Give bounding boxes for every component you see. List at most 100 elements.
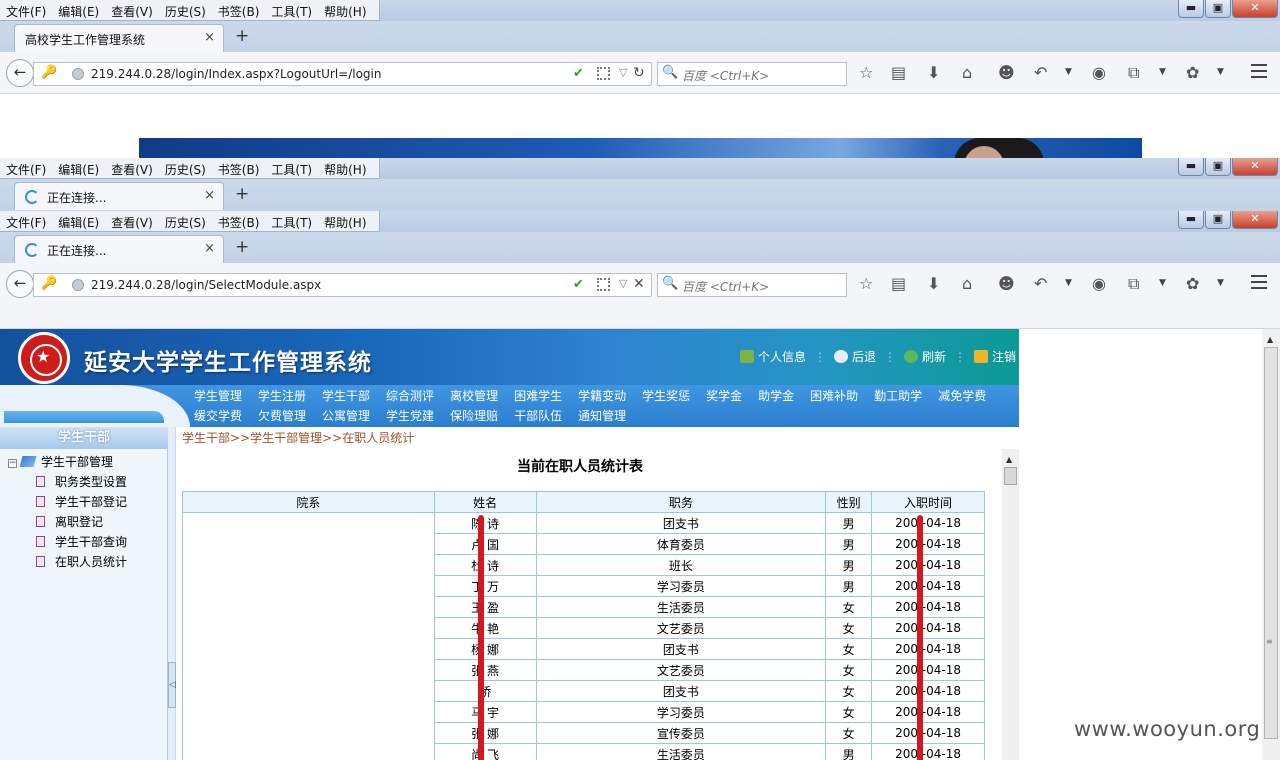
minimize-button[interactable]: ▬ bbox=[1178, 0, 1204, 18]
chat-icon[interactable]: ☻ bbox=[998, 63, 1015, 82]
shield-icon[interactable]: ✔ bbox=[573, 277, 584, 292]
tab-close-icon[interactable]: × bbox=[204, 241, 215, 256]
menu-help[interactable]: 帮助(H) bbox=[318, 158, 372, 178]
close-window-button[interactable]: ✕ bbox=[1232, 0, 1278, 18]
page-scrollbar[interactable]: ▲ ≡ bbox=[1262, 329, 1280, 760]
sidebar-splitter[interactable]: ◁ bbox=[168, 427, 176, 760]
nav-item[interactable]: 保险理赔 bbox=[450, 406, 498, 426]
tree-root[interactable]: − 学生干部管理 bbox=[8, 452, 127, 472]
reload-icon[interactable]: ↻ bbox=[633, 65, 645, 81]
minimize-button[interactable]: ▬ bbox=[1178, 158, 1204, 176]
menu-help[interactable]: 帮助(H) bbox=[318, 211, 372, 231]
menu-bookmarks[interactable]: 书签(B) bbox=[212, 0, 266, 20]
nav-item[interactable]: 欠费管理 bbox=[258, 406, 306, 426]
nav-item[interactable]: 学生党建 bbox=[386, 406, 434, 426]
refresh-link[interactable]: 刷新 bbox=[904, 348, 946, 365]
identity-icon[interactable]: 🔑 bbox=[41, 276, 57, 291]
menu-file[interactable]: 文件(F) bbox=[0, 158, 52, 178]
nav-item[interactable]: 困难学生 bbox=[514, 386, 562, 406]
nav-item[interactable]: 困难补助 bbox=[810, 386, 858, 406]
sidebar-item-staff-stats[interactable]: 在职人员统计 bbox=[8, 552, 127, 572]
browser-tab[interactable]: 正在连接... × bbox=[14, 235, 224, 263]
menu-tools[interactable]: 工具(T) bbox=[265, 158, 318, 178]
collapse-sidebar-handle[interactable]: ◁ bbox=[168, 662, 176, 708]
sidebar-item-position-types[interactable]: 职务类型设置 bbox=[8, 472, 127, 492]
scroll-up-icon[interactable]: ▲ bbox=[1006, 455, 1012, 464]
home-icon[interactable]: ⌂ bbox=[962, 274, 972, 293]
shield-icon[interactable]: ✔ bbox=[573, 66, 584, 81]
stop-icon[interactable]: ✕ bbox=[633, 276, 645, 292]
extension-icon[interactable]: ✿ bbox=[1186, 63, 1199, 82]
comment-icon[interactable]: ◉ bbox=[1092, 274, 1106, 293]
nav-item[interactable]: 学生注册 bbox=[258, 386, 306, 406]
nav-item[interactable]: 学生管理 bbox=[194, 386, 242, 406]
menu-edit[interactable]: 编辑(E) bbox=[52, 0, 105, 20]
scroll-thumb[interactable] bbox=[1004, 467, 1017, 485]
collapse-icon[interactable]: − bbox=[8, 459, 17, 468]
nav-item[interactable]: 学生干部 bbox=[322, 386, 370, 406]
menu-tools[interactable]: 工具(T) bbox=[265, 211, 318, 231]
search-box[interactable]: 🔍 百度 <Ctrl+K> bbox=[657, 273, 847, 297]
nav-item[interactable]: 勤工助学 bbox=[874, 386, 922, 406]
maximize-button[interactable]: ▣ bbox=[1205, 211, 1231, 229]
menu-help[interactable]: 帮助(H) bbox=[318, 0, 372, 20]
crop-icon[interactable]: ⧉ bbox=[1128, 63, 1139, 83]
bookmark-star-icon[interactable]: ☆ bbox=[859, 274, 873, 293]
crop-icon[interactable]: ⧉ bbox=[1128, 274, 1139, 294]
nav-item[interactable]: 缓交学费 bbox=[194, 406, 242, 426]
undo-icon[interactable]: ↶ bbox=[1034, 63, 1047, 82]
sidebar-item-resignation[interactable]: 离职登记 bbox=[8, 512, 127, 532]
new-tab-button[interactable]: + bbox=[235, 184, 249, 204]
url-text[interactable]: 219.244.0.28/login/Index.aspx?LogoutUrl=… bbox=[91, 67, 381, 81]
nav-item[interactable]: 通知管理 bbox=[578, 406, 626, 426]
hamburger-menu-icon[interactable] bbox=[1251, 275, 1267, 289]
tab-close-icon[interactable]: × bbox=[204, 30, 215, 45]
scroll-thumb[interactable] bbox=[1264, 347, 1278, 739]
close-window-button[interactable]: ✕ bbox=[1232, 158, 1278, 176]
nav-item[interactable]: 公寓管理 bbox=[322, 406, 370, 426]
back-button[interactable]: ← bbox=[6, 59, 34, 87]
sidebar-item-cadre-register[interactable]: 学生干部登记 bbox=[8, 492, 127, 512]
back-button[interactable]: ← bbox=[6, 270, 34, 298]
minimize-button[interactable]: ▬ bbox=[1178, 211, 1204, 229]
new-tab-button[interactable]: + bbox=[235, 26, 249, 46]
crop-dropdown-icon[interactable]: ▼ bbox=[1159, 278, 1166, 288]
nav-item[interactable]: 综合测评 bbox=[386, 386, 434, 406]
maximize-button[interactable]: ▣ bbox=[1205, 158, 1231, 176]
nav-item[interactable]: 减免学费 bbox=[938, 386, 986, 406]
nav-item[interactable]: 助学金 bbox=[758, 386, 794, 406]
nav-item[interactable]: 离校管理 bbox=[450, 386, 498, 406]
nav-item[interactable]: 干部队伍 bbox=[514, 406, 562, 426]
menu-history[interactable]: 历史(S) bbox=[159, 0, 212, 20]
menu-history[interactable]: 历史(S) bbox=[159, 158, 212, 178]
menu-edit[interactable]: 编辑(E) bbox=[52, 211, 105, 231]
comment-icon[interactable]: ◉ bbox=[1092, 63, 1106, 82]
search-box[interactable]: 🔍 百度 <Ctrl+K> bbox=[657, 62, 847, 86]
url-bar[interactable]: 🔑 219.244.0.28/login/Index.aspx?LogoutUr… bbox=[33, 62, 652, 86]
menu-edit[interactable]: 编辑(E) bbox=[52, 158, 105, 178]
scroll-up-icon[interactable]: ▲ bbox=[1267, 335, 1273, 344]
menu-view[interactable]: 查看(V) bbox=[105, 0, 159, 20]
hamburger-menu-icon[interactable] bbox=[1251, 64, 1267, 78]
menu-file[interactable]: 文件(F) bbox=[0, 0, 52, 20]
profile-link[interactable]: 个人信息 bbox=[740, 348, 806, 365]
reading-list-icon[interactable]: ▤ bbox=[891, 274, 906, 293]
sidebar-item-cadre-query[interactable]: 学生干部查询 bbox=[8, 532, 127, 552]
download-icon[interactable]: ⬇ bbox=[927, 274, 940, 293]
nav-item[interactable]: 奖学金 bbox=[706, 386, 742, 406]
maximize-button[interactable]: ▣ bbox=[1205, 0, 1231, 18]
extension-dropdown-icon[interactable]: ▼ bbox=[1217, 67, 1224, 77]
menu-view[interactable]: 查看(V) bbox=[105, 211, 159, 231]
reading-list-icon[interactable]: ▤ bbox=[891, 63, 906, 82]
menu-view[interactable]: 查看(V) bbox=[105, 158, 159, 178]
content-scrollbar[interactable]: ▲ bbox=[1002, 449, 1019, 760]
undo-icon[interactable]: ↶ bbox=[1034, 274, 1047, 293]
history-dropdown-icon[interactable]: ▽ bbox=[619, 277, 627, 290]
qr-code-icon[interactable] bbox=[597, 67, 610, 80]
url-bar[interactable]: 🔑 219.244.0.28/login/SelectModule.aspx ✔… bbox=[33, 273, 652, 297]
nav-item[interactable]: 学生奖惩 bbox=[642, 386, 690, 406]
tab-close-icon[interactable]: × bbox=[204, 188, 215, 203]
menu-bookmarks[interactable]: 书签(B) bbox=[212, 211, 266, 231]
crop-dropdown-icon[interactable]: ▼ bbox=[1159, 67, 1166, 77]
new-tab-button[interactable]: + bbox=[235, 237, 249, 257]
